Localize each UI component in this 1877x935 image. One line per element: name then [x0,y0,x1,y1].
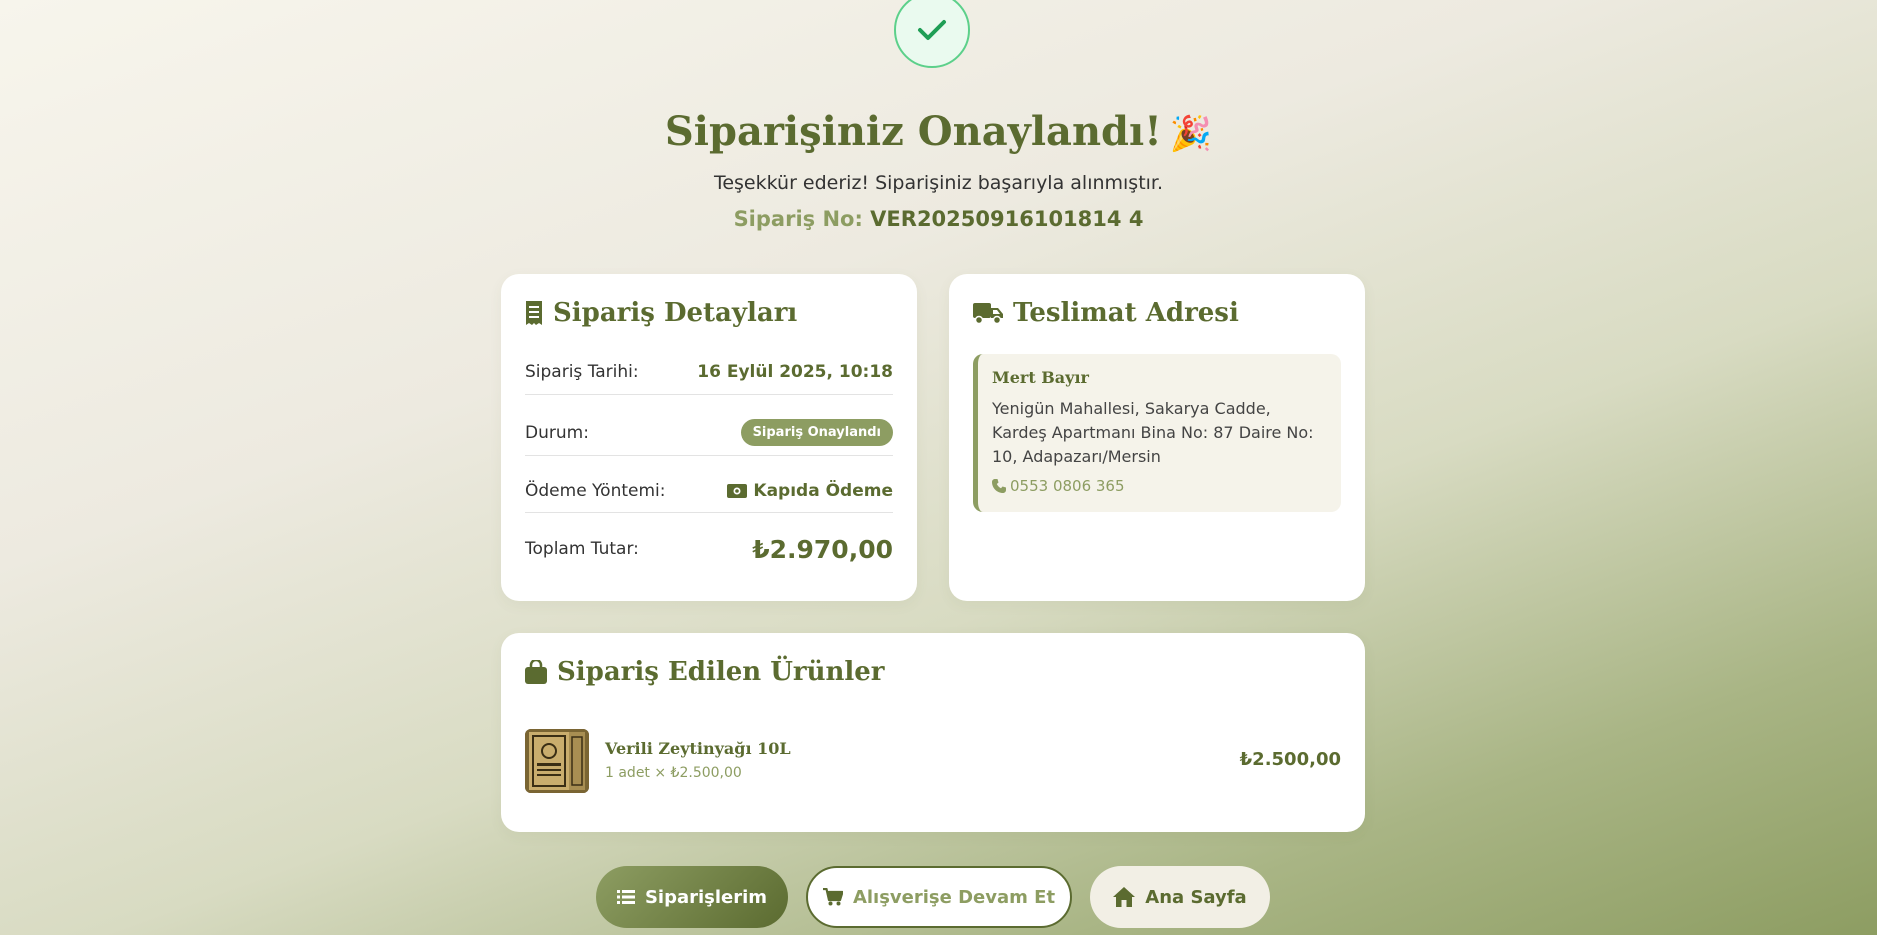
continue-shopping-button-label: Alışverişe Devam Et [852,886,1056,908]
success-check-circle [894,0,970,68]
order-total-label: Toplam Tutar: [525,539,639,559]
receipt-icon [526,301,542,325]
product-name: Verili Zeytinyağı 10L [605,739,791,758]
order-status-row: Durum: Sipariş Onaylandı [525,410,893,456]
ordered-products-card: Sipariş Edilen Ürünler Verili Zeytinyağı… [501,633,1365,832]
page-title: Siparişiniz Onaylandı! 🎉 [0,108,1877,155]
my-orders-button-label: Siparişlerim [644,886,768,908]
page-subtitle: Teşekkür ederiz! Siparişiniz başarıyla a… [713,172,1164,194]
order-date-row: Sipariş Tarihi: 16 Eylül 2025, 10:18 [525,350,893,395]
delivery-address-title: Teslimat Adresi [973,298,1239,328]
list-icon [616,890,635,904]
order-status-label: Durum: [525,422,589,443]
payment-method-value: Kapıda Ödeme [727,481,893,501]
product-price: ₺2.500,00 [1239,749,1341,770]
payment-method-row: Ödeme Yöntemi: Kapıda Ödeme [525,470,893,513]
page-title-text: Siparişiniz Onaylandı! [664,108,1162,155]
continue-shopping-button[interactable]: Alışverişe Devam Et [806,866,1072,928]
payment-method-label: Ödeme Yöntemi: [525,481,666,501]
address-box: Mert Bayır Yenigün Mahallesi, Sakarya Ca… [973,354,1341,512]
olive-oil-can-image [525,729,589,793]
truck-icon [973,303,1003,325]
phone-number-text: 0553 0806 365 [1010,477,1125,495]
home-page-button-label: Ana Sayfa [1145,886,1247,908]
home-icon [1113,887,1136,907]
delivery-address-title-text: Teslimat Adresi [1013,298,1239,328]
ordered-products-title: Sipariş Edilen Ürünler [525,657,885,687]
order-details-card: Sipariş Detayları Sipariş Tarihi: 16 Eyl… [501,274,917,601]
status-badge: Sipariş Onaylandı [740,419,893,446]
order-number-value: VER20250916101814 4 [870,207,1144,231]
my-orders-button[interactable]: Siparişlerim [596,866,788,928]
recipient-name: Mert Bayır [992,368,1089,387]
order-details-title-text: Sipariş Detayları [553,298,798,328]
order-number: Sipariş No: VER20250916101814 4 [0,207,1877,231]
order-date-value: 16 Eylül 2025, 10:18 [697,362,893,382]
product-image [525,729,589,793]
order-total-value: ₺2.970,00 [752,534,893,564]
cart-icon [822,888,843,906]
order-total-row: Toplam Tutar: ₺2.970,00 [525,528,893,570]
ordered-products-title-text: Sipariş Edilen Ürünler [557,657,885,687]
order-date-label: Sipariş Tarihi: [525,362,639,382]
check-icon [918,20,946,40]
home-page-button[interactable]: Ana Sayfa [1090,866,1270,928]
address-text: Yenigün Mahallesi, Sakarya Cadde, Kardeş… [992,399,1314,466]
phone-number: 0553 0806 365 [992,477,1327,495]
money-icon [727,484,748,498]
phone-icon [992,479,1006,493]
payment-method-text: Kapıda Ödeme [753,481,893,501]
party-emoji: 🎉 [1169,114,1213,154]
shopping-bag-icon [525,660,547,684]
product-quantity: 1 adet × ₺2.500,00 [605,765,742,781]
order-details-title: Sipariş Detayları [525,298,797,328]
delivery-address-card: Teslimat Adresi Mert Bayır Yenigün Mahal… [949,274,1365,601]
order-number-label: Sipariş No: [733,207,863,231]
